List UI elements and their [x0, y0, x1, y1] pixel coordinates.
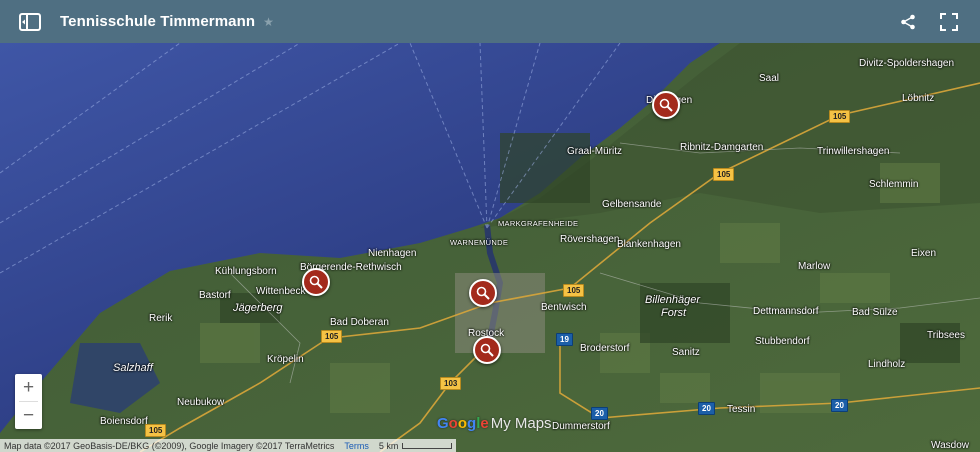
tennis-racket-icon	[476, 286, 490, 300]
place-label: Wittenbeck	[256, 286, 306, 297]
google-my-maps-logo: Google My Maps	[437, 415, 552, 432]
road-shield: 103	[440, 377, 462, 390]
marker-rostock-north[interactable]	[469, 279, 497, 307]
place-label: Salzhaff	[113, 362, 153, 374]
place-label: Bastorf	[199, 290, 231, 301]
header-bar: Tennisschule Timmermann ★	[0, 0, 980, 43]
place-label: Graal-Müritz	[567, 146, 623, 157]
place-label: Boiensdorf	[100, 416, 148, 427]
zoom-in-button[interactable]: +	[15, 374, 42, 401]
place-label: Jägerberg	[233, 302, 283, 314]
place-label: Stubbendorf	[755, 336, 810, 347]
place-label: Eixen	[911, 248, 937, 259]
map-attribution: Map data ©2017 GeoBasis-DE/BKG (©2009), …	[0, 439, 457, 452]
side-panel-toggle-icon[interactable]	[18, 12, 42, 31]
place-label: Bentwisch	[541, 302, 587, 313]
road-shield: 20	[591, 407, 608, 420]
road-shield: 20	[831, 399, 848, 412]
road-shield: 105	[829, 110, 851, 123]
place-label: Dummerstorf	[552, 421, 610, 432]
place-label: Tribsees	[927, 330, 965, 341]
fullscreen-icon[interactable]	[940, 12, 958, 31]
place-label: MARKGRAFENHEIDE	[498, 219, 579, 228]
marker-dierhagen[interactable]	[652, 91, 680, 119]
place-label: Kühlungsborn	[215, 266, 277, 277]
road-shield: 19	[556, 333, 573, 346]
place-label: Ribnitz-Damgarten	[680, 142, 764, 153]
place-label: Marlow	[798, 261, 831, 272]
scale-bar[interactable]: 5 km	[379, 441, 453, 451]
zoom-control: + −	[15, 374, 42, 429]
place-label: Divitz-Spoldershagen	[859, 58, 955, 69]
place-label: Rövershagen	[560, 234, 620, 245]
place-label: Gelbensande	[602, 199, 662, 210]
tennis-racket-icon	[480, 343, 494, 357]
place-label: Billenhäger	[645, 294, 701, 306]
place-label: WARNEMÜNDE	[450, 238, 509, 247]
share-icon[interactable]	[900, 14, 916, 30]
terms-link[interactable]: Terms	[344, 441, 369, 451]
place-label: Dettmannsdorf	[753, 306, 819, 317]
place-label: Bad Sülze	[852, 307, 898, 318]
place-label: Nienhagen	[368, 248, 417, 259]
place-label: Saal	[759, 73, 780, 84]
map-title: Tennisschule Timmermann	[60, 13, 256, 30]
place-label: Forst	[661, 307, 687, 319]
map-canvas[interactable]: SaalDivitz-SpoldershagenLöbnitzDierhagen…	[0, 43, 980, 452]
place-label: Bad Doberan	[330, 317, 389, 328]
attribution-text: Map data ©2017 GeoBasis-DE/BKG (©2009), …	[4, 440, 335, 451]
place-label: Rerik	[149, 313, 173, 324]
marker-boergerende[interactable]	[302, 268, 330, 296]
place-label: Tessin	[727, 404, 756, 415]
road-shield: 105	[713, 168, 735, 181]
place-label: Löbnitz	[902, 93, 935, 104]
tennis-racket-icon	[309, 275, 323, 289]
place-label: Broderstorf	[580, 343, 630, 354]
star-icon[interactable]: ★	[263, 15, 274, 29]
road-shield: 105	[563, 284, 585, 297]
satellite-imagery	[0, 43, 980, 452]
place-label: Sanitz	[672, 347, 700, 358]
marker-rostock-south[interactable]	[473, 336, 501, 364]
road-shield: 105	[145, 424, 167, 437]
place-label: Kröpelin	[267, 354, 304, 365]
road-shield: 20	[698, 402, 715, 415]
place-label: Schlemmin	[869, 179, 919, 190]
tennis-racket-icon	[659, 98, 673, 112]
place-label: Trinwillershagen	[817, 146, 890, 157]
place-label: Blankenhagen	[617, 239, 681, 250]
road-shield: 105	[321, 330, 343, 343]
zoom-out-button[interactable]: −	[15, 402, 42, 429]
place-label: Neubukow	[177, 397, 225, 408]
place-label: Wasdow	[931, 440, 969, 451]
place-label: Lindholz	[868, 359, 906, 370]
